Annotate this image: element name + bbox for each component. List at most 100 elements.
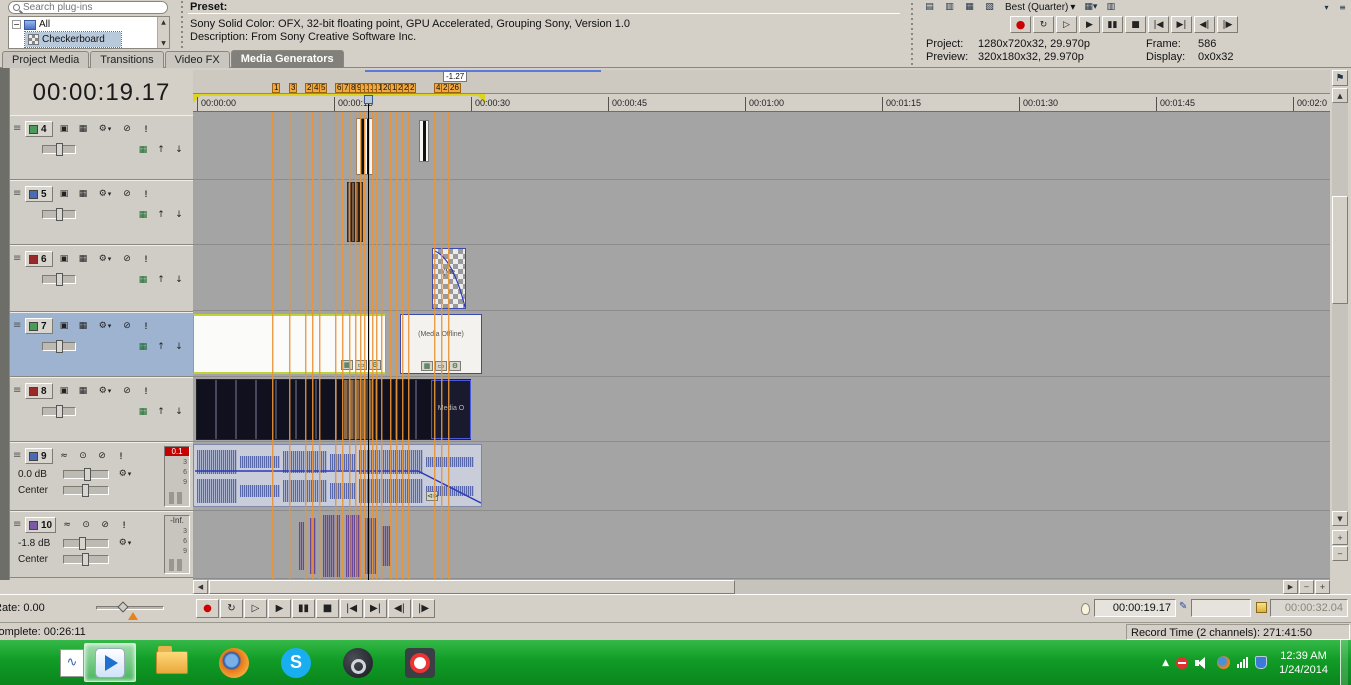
play-from-start-button[interactable]: ▷: [244, 599, 267, 618]
make-compositing-child-icon[interactable]: ↑: [153, 273, 169, 287]
pause-button[interactable]: ▮▮: [292, 599, 315, 618]
horizontal-scrollbar[interactable]: ◀ ▶ − +: [193, 580, 1330, 594]
tree-item-all[interactable]: − All: [9, 17, 169, 32]
marker-flag-icon[interactable]: ⚑: [1332, 70, 1348, 86]
loop-region-bar[interactable]: [365, 70, 601, 72]
tab-project-media[interactable]: Project Media: [2, 51, 90, 68]
go-to-end-button[interactable]: ▶|: [364, 599, 387, 618]
scroll-up-button[interactable]: ▲: [1332, 88, 1348, 103]
track-number-button[interactable]: 9: [25, 448, 53, 464]
event-gain-icon[interactable]: ⊲⊳: [426, 491, 439, 501]
track-level-slider[interactable]: [42, 143, 76, 156]
zoom-out-track-height-button[interactable]: −: [1332, 546, 1348, 561]
event-fx-icon[interactable]: ⚙: [449, 361, 461, 371]
preview-quality-dropdown[interactable]: Best (Quarter) ▾: [1002, 1, 1078, 14]
track-motion-icon[interactable]: ▦: [75, 384, 91, 398]
track-grip-icon[interactable]: ≡: [13, 321, 22, 331]
mute-icon[interactable]: ⊘: [119, 252, 135, 266]
track-motion-icon[interactable]: ▦: [75, 187, 91, 201]
solo-icon[interactable]: !: [116, 518, 132, 532]
automation-settings-icon[interactable]: ▦: [135, 208, 151, 222]
track-motion-icon[interactable]: ▦: [75, 252, 91, 266]
go-to-end-button[interactable]: ▶|: [1171, 16, 1192, 33]
compositing-mode-icon[interactable]: ▣: [56, 187, 72, 201]
volume-icon[interactable]: [1195, 656, 1210, 669]
track-grip-icon[interactable]: ≡: [13, 254, 22, 264]
track-header-6[interactable]: ≡ 6 ▣ ▦ ⚙ ▾ ⊘ ! ▦ ↑ ↓: [10, 245, 193, 312]
playhead-cursor-handle[interactable]: [364, 95, 373, 104]
marker-tab-5[interactable]: 5: [319, 83, 328, 93]
mute-icon[interactable]: ⊘: [97, 518, 113, 532]
taskbar-app-recorder[interactable]: [394, 643, 446, 682]
make-compositing-child-icon[interactable]: ↑: [153, 405, 169, 419]
zoom-out-time-button[interactable]: −: [1299, 580, 1314, 594]
show-desktop-button[interactable]: [1340, 640, 1348, 685]
scroll-right-button[interactable]: ▶: [1283, 580, 1298, 594]
loop-playback-button[interactable]: ↻: [1033, 16, 1054, 33]
track-level-slider[interactable]: [42, 340, 76, 353]
go-to-start-button[interactable]: |◀: [1148, 16, 1169, 33]
panel-splitter[interactable]: [909, 0, 915, 65]
volume-envelope-line[interactable]: [194, 445, 483, 508]
rate-slider[interactable]: [96, 601, 164, 613]
track-fx-icon[interactable]: ⚙ ▾: [94, 122, 116, 136]
next-frame-button[interactable]: |▶: [1217, 16, 1238, 33]
make-compositing-child-icon[interactable]: ↑: [153, 208, 169, 222]
network-icon[interactable]: [1237, 657, 1249, 668]
pan-envelope-icon[interactable]: ⊙: [75, 449, 91, 463]
play-button[interactable]: ▶: [268, 599, 291, 618]
track-number-button[interactable]: 8: [25, 383, 53, 399]
pan-crop-icon[interactable]: ▭: [355, 360, 367, 370]
pencil-icon[interactable]: ✎: [1179, 601, 1187, 612]
play-from-start-button[interactable]: ▷: [1056, 16, 1077, 33]
track-fx-icon[interactable]: ⚙ ▾: [94, 187, 116, 201]
make-compositing-parent-icon[interactable]: ↓: [171, 273, 187, 287]
pan-slider[interactable]: [63, 552, 109, 566]
mute-icon[interactable]: ⊘: [119, 384, 135, 398]
marker-tab-2[interactable]: 2: [408, 83, 417, 93]
tray-expand-icon[interactable]: ▲: [1162, 658, 1169, 668]
track-motion-icon[interactable]: ▦: [75, 319, 91, 333]
split-screen-icon[interactable]: ▥: [1103, 1, 1118, 14]
tracks-area[interactable]: (Me ▦ ▭ ⚙ (Media Offline) ▦ ▭ ⚙ Media O: [193, 112, 1330, 580]
taskbar-app-media-player[interactable]: [84, 643, 136, 682]
track-grip-icon[interactable]: ≡: [13, 520, 22, 530]
video-overlay-icon[interactable]: ▥: [942, 1, 957, 14]
track-level-slider[interactable]: [42, 208, 76, 221]
solo-icon[interactable]: !: [113, 449, 129, 463]
play-button[interactable]: ▶: [1079, 16, 1100, 33]
zoom-in-track-height-button[interactable]: +: [1332, 530, 1348, 545]
track-number-button[interactable]: 5: [25, 186, 53, 202]
track-header-9[interactable]: ≡ 9 ≈ ⊙ ⊘ ! 0.0 dB ⚙ ▾ Center 0.1 3 6 9: [10, 442, 193, 511]
stop-button[interactable]: ■: [1125, 16, 1146, 33]
tab-media-generators[interactable]: Media Generators: [230, 50, 344, 68]
prev-frame-button[interactable]: ◀|: [1194, 16, 1215, 33]
track-level-slider[interactable]: [42, 405, 76, 418]
marker-tab-26[interactable]: 26: [448, 83, 461, 93]
volume-envelope-icon[interactable]: ≈: [59, 518, 75, 532]
tree-scrollbar[interactable]: ▲ ▼: [157, 17, 169, 48]
scroll-up-icon[interactable]: ▲: [158, 17, 169, 27]
compositing-mode-icon[interactable]: ▣: [56, 319, 72, 333]
time-selection-bar[interactable]: [193, 94, 485, 96]
solo-icon[interactable]: !: [138, 384, 154, 398]
tab-transitions[interactable]: Transitions: [90, 51, 164, 68]
track-number-button[interactable]: 7: [25, 318, 53, 334]
solo-icon[interactable]: !: [138, 187, 154, 201]
mute-icon[interactable]: ⊘: [119, 319, 135, 333]
track-level-slider[interactable]: [42, 273, 76, 286]
taskbar-app-explorer[interactable]: [146, 643, 198, 682]
track-header-8[interactable]: ≡ 8 ▣ ▦ ⚙ ▾ ⊘ ! ▦ ↑ ↓: [10, 377, 193, 442]
tab-video-fx[interactable]: Video FX: [164, 51, 230, 68]
video-event-track4-a[interactable]: [356, 118, 373, 175]
gain-slider[interactable]: [63, 467, 109, 481]
video-event-track6-media-offline[interactable]: (Me: [432, 248, 466, 309]
track-fx-icon[interactable]: ⚙ ▾: [114, 467, 136, 481]
make-compositing-parent-icon[interactable]: ↓: [171, 405, 187, 419]
vertical-scroll-thumb[interactable]: [1332, 196, 1348, 304]
prev-frame-button[interactable]: ◀|: [388, 599, 411, 618]
generated-media-icon[interactable]: ▦: [341, 360, 353, 370]
volume-envelope-icon[interactable]: ≈: [56, 449, 72, 463]
rate-slider-thumb[interactable]: [117, 601, 129, 613]
marker-bar[interactable]: -1.27 132456789111112012224226: [193, 70, 1330, 94]
